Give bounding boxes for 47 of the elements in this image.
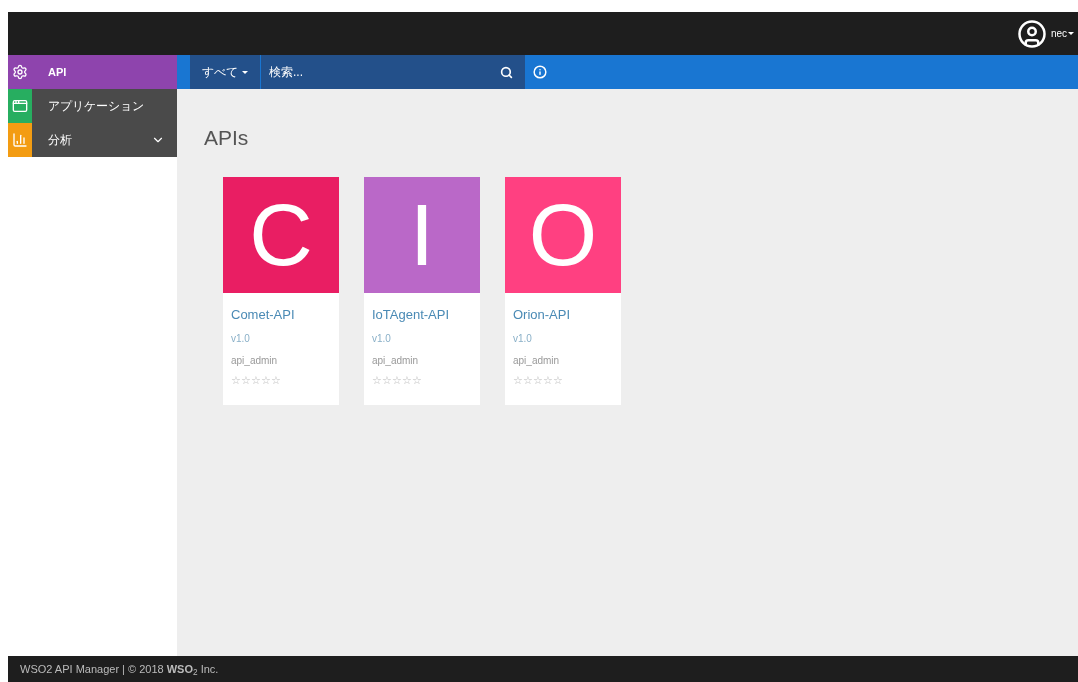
star-icon: ☆ <box>523 375 533 386</box>
star-icon: ☆ <box>241 375 251 386</box>
sidebar-item[interactable]: アプリケーション <box>8 89 177 123</box>
star-icon: ☆ <box>412 375 422 386</box>
thumbnail-letter: I <box>409 190 435 279</box>
api-card[interactable]: C Comet-API v1.0 api_admin ☆☆☆☆☆ <box>223 176 339 405</box>
search-field[interactable]: 検索... <box>261 55 496 89</box>
footer-text: WSO2 API Manager | © 2018 WSO$_{2}$ Inc. <box>20 661 219 678</box>
api-version: v1.0 <box>231 332 251 346</box>
bar-chart-icon <box>12 132 28 148</box>
star-icon: ☆ <box>543 375 553 386</box>
star-icon: ☆ <box>553 375 563 386</box>
star-icon: ☆ <box>231 375 241 386</box>
star-icon: ☆ <box>251 375 261 386</box>
api-owner: api_admin <box>513 354 561 368</box>
scope-dropdown[interactable]: すべて <box>190 55 261 89</box>
thumbnail-letter: C <box>249 190 313 279</box>
search-icon <box>500 65 513 79</box>
user-menu[interactable]: nec <box>1050 26 1074 41</box>
api-card[interactable]: O Orion-API v1.0 api_admin ☆☆☆☆☆ <box>505 176 621 405</box>
star-icon: ☆ <box>513 375 523 386</box>
gear-icon <box>12 64 28 80</box>
api-name[interactable]: Comet-API <box>231 304 331 324</box>
sidebar-item[interactable]: 分析 <box>8 123 177 157</box>
api-name[interactable]: Orion-API <box>513 304 613 324</box>
caret-icon <box>1068 32 1074 35</box>
star-icon: ☆ <box>392 375 402 386</box>
api-version: v1.0 <box>513 332 533 346</box>
star-icon: ☆ <box>533 375 543 386</box>
star-icon: ☆ <box>382 375 392 386</box>
star-icon: ☆ <box>402 375 412 386</box>
api-name[interactable]: IoTAgent-API <box>372 304 472 324</box>
user-avatar-icon[interactable] <box>1016 18 1047 49</box>
caret-icon <box>242 70 248 74</box>
api-owner: api_admin <box>372 354 420 368</box>
search-button[interactable] <box>496 55 525 89</box>
star-icon: ☆ <box>372 375 382 386</box>
api-version: v1.0 <box>372 332 392 346</box>
api-card[interactable]: I IoTAgent-API v1.0 api_admin ☆☆☆☆☆ <box>364 176 480 405</box>
star-icon: ☆ <box>271 375 281 386</box>
star-icon: ☆ <box>261 375 271 386</box>
api-owner: api_admin <box>231 354 279 368</box>
window-icon <box>12 98 28 114</box>
thumbnail-letter: O <box>528 190 598 279</box>
sidebar-item[interactable]: API <box>8 55 177 89</box>
page-title: APIs <box>204 125 250 151</box>
info-icon[interactable] <box>533 65 547 79</box>
